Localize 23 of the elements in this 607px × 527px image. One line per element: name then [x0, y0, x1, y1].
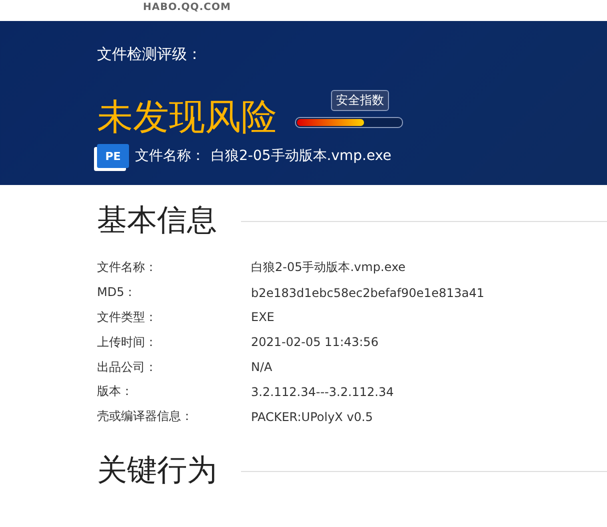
- info-value: EXE: [251, 310, 274, 324]
- info-label: 文件名称：: [97, 259, 158, 276]
- info-label: 文件类型：: [97, 308, 158, 326]
- section-title: 基本信息: [97, 202, 217, 240]
- info-label: 出品公司：: [97, 358, 158, 376]
- file-name: 白狼2-05手动版本.vmp.exe: [211, 147, 392, 166]
- file-name-label: 文件名称：: [135, 147, 205, 166]
- info-label: 壳或编译器信息：: [97, 408, 194, 426]
- info-value: N/A: [251, 360, 272, 374]
- site-domain: HABO.QQ.COM: [143, 2, 231, 14]
- info-value: 白狼2-05手动版本.vmp.exe: [251, 259, 406, 276]
- info-value: 2021-02-05 11:43:56: [251, 335, 378, 350]
- info-label: 上传时间：: [97, 334, 158, 351]
- meter-tooltip: 安全指数: [331, 90, 389, 112]
- info-label: MD5：: [97, 284, 138, 302]
- info-value: 3.2.112.34---3.2.112.34: [251, 384, 394, 399]
- verdict-text: 未发现风险: [97, 98, 277, 138]
- info-value: b2e183d1ebc58ec2befaf90e1e813a41: [251, 286, 484, 300]
- info-label: 版本：: [97, 383, 134, 400]
- pe-file-icon: PE: [97, 144, 129, 168]
- section-title: 关键行为: [97, 452, 217, 490]
- rating-label: 文件检测评级：: [97, 45, 203, 64]
- info-value: PACKER:UPolyX v0.5: [251, 410, 373, 424]
